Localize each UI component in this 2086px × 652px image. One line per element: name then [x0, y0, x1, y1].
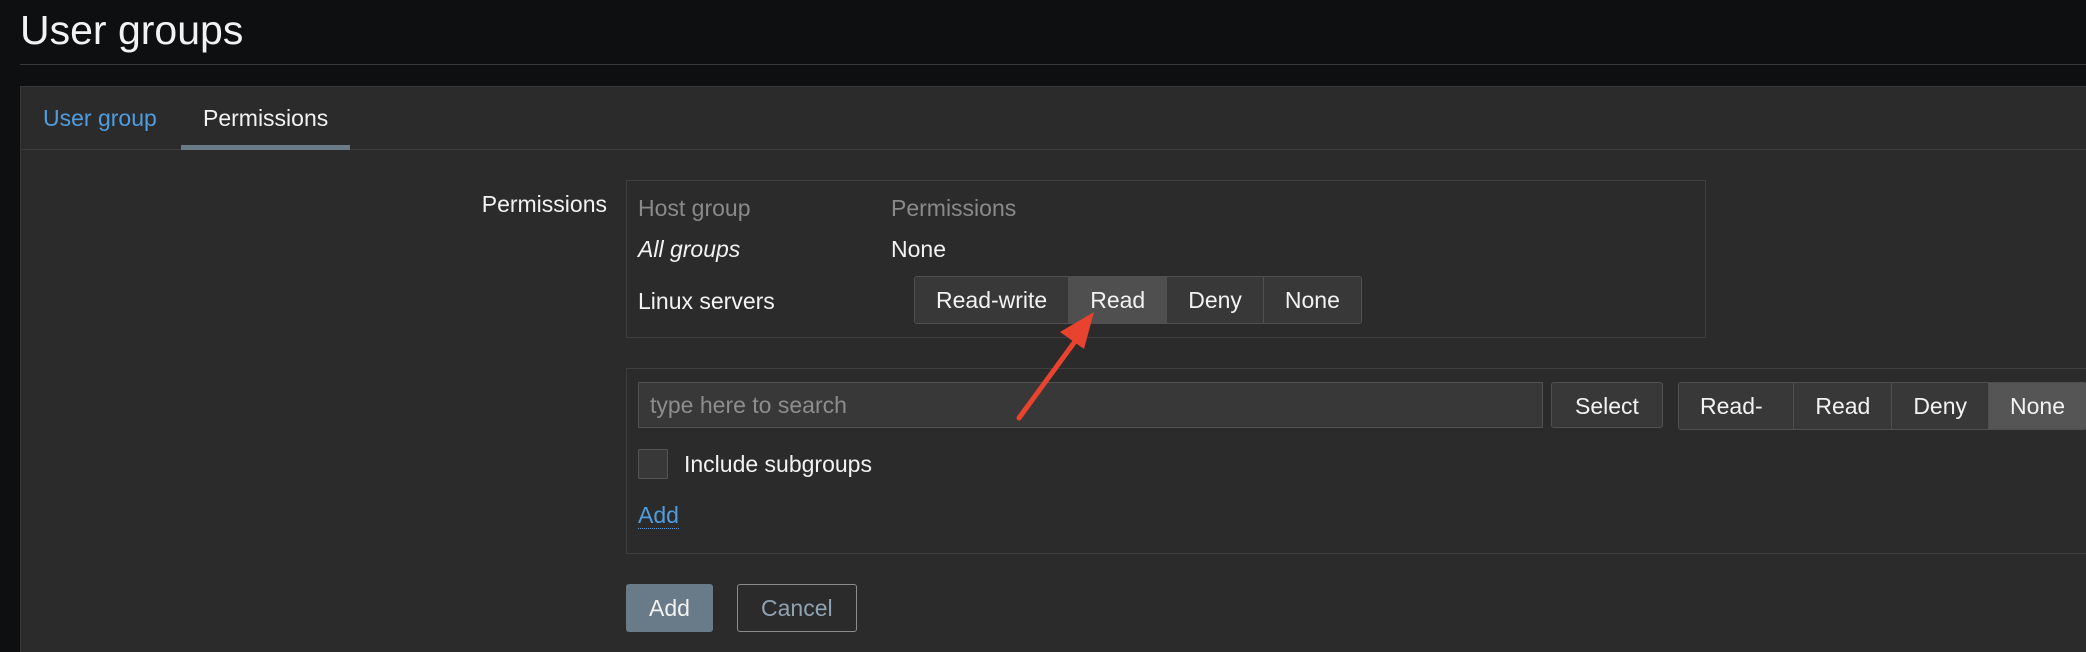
option-read-write[interactable]: Read-write [915, 277, 1070, 323]
form-panel: User group Permissions Permissions Host … [20, 86, 2086, 652]
tab-permissions[interactable]: Permissions [181, 87, 351, 150]
option-deny[interactable]: Deny [1892, 383, 1990, 429]
add-button[interactable]: Add [626, 584, 713, 632]
add-permission-link[interactable]: Add [638, 502, 679, 529]
option-read[interactable]: Read [1794, 383, 1893, 429]
tab-bar: User group Permissions [21, 87, 2086, 150]
page-title: User groups [20, 7, 244, 53]
table-row-group-name: All groups [638, 236, 741, 262]
new-permission-segmented-control: Read-write Read Deny None [1678, 382, 2086, 430]
option-none[interactable]: None [1263, 277, 1361, 323]
option-deny[interactable]: Deny [1167, 277, 1264, 323]
tab-user-group[interactable]: User group [21, 87, 179, 149]
title-divider [20, 64, 2086, 65]
permissions-field-label: Permissions [481, 191, 607, 217]
column-header-host-group: Host group [638, 195, 751, 221]
option-read-write[interactable]: Read-write [1679, 383, 1795, 429]
select-button[interactable]: Select [1551, 382, 1663, 428]
option-read[interactable]: Read [1069, 277, 1168, 323]
option-none[interactable]: None [1989, 383, 2086, 429]
host-group-search-input[interactable] [638, 382, 1543, 428]
add-permission-box: Select Read-write Read Deny None Include… [626, 368, 2086, 554]
cancel-button[interactable]: Cancel [737, 584, 857, 632]
permission-segmented-control: Read-write Read Deny None [914, 276, 1362, 324]
permissions-table: Host group Permissions All groups None L… [626, 180, 1706, 338]
include-subgroups-label: Include subgroups [684, 451, 872, 477]
table-row-group-name: Linux servers [638, 288, 775, 314]
include-subgroups-checkbox[interactable] [638, 449, 668, 479]
column-header-permissions: Permissions [891, 195, 1017, 221]
table-row-permission-value: None [891, 236, 946, 262]
